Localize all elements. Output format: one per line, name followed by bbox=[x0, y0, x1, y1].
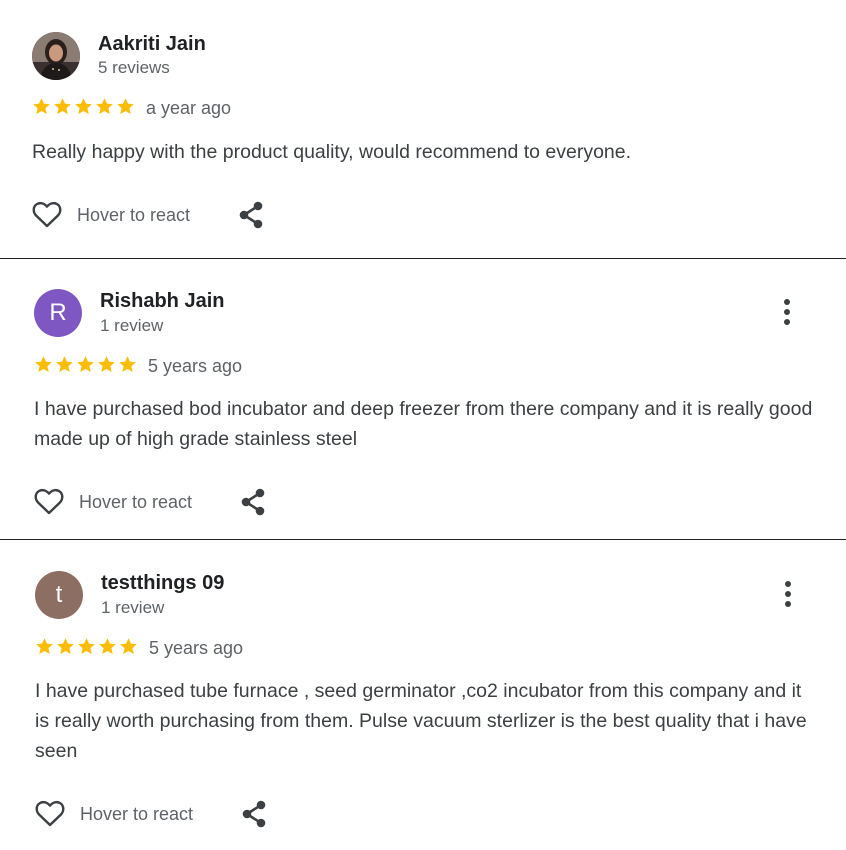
review-time: 5 years ago bbox=[148, 356, 243, 376]
reviewer-name[interactable]: testthings 09 bbox=[101, 572, 224, 595]
heart-icon[interactable] bbox=[34, 798, 66, 828]
react-label[interactable]: Hover to react bbox=[80, 804, 193, 825]
review-card: Aakriti Jain 5 reviews a year ago Really… bbox=[0, 0, 846, 258]
heart-icon[interactable] bbox=[31, 199, 63, 229]
star-icon bbox=[33, 98, 50, 115]
star-icon bbox=[36, 638, 53, 655]
avatar[interactable]: t bbox=[35, 571, 83, 619]
profile-photo-icon bbox=[32, 32, 80, 80]
star-icon bbox=[78, 638, 95, 655]
react-label[interactable]: Hover to react bbox=[79, 492, 192, 513]
review-card: R Rishabh Jain 1 review 5 years ago I ha… bbox=[0, 259, 846, 539]
star-icon bbox=[35, 356, 52, 373]
review-text: I have purchased bod incubator and deep … bbox=[34, 398, 813, 450]
reviewer-name[interactable]: Rishabh Jain bbox=[100, 290, 224, 313]
share-icon[interactable] bbox=[240, 799, 268, 829]
star-icon bbox=[56, 356, 73, 373]
star-icon bbox=[77, 356, 94, 373]
star-icon bbox=[57, 638, 74, 655]
star-icon bbox=[117, 98, 134, 115]
review-count: 1 review bbox=[100, 316, 164, 335]
review-count: 1 review bbox=[101, 598, 165, 617]
review-time: a year ago bbox=[146, 98, 232, 118]
share-icon[interactable] bbox=[239, 487, 267, 517]
heart-icon[interactable] bbox=[33, 486, 65, 516]
star-icon bbox=[75, 98, 92, 115]
review-text: I have purchased tube furnace , seed ger… bbox=[35, 680, 807, 762]
react-label[interactable]: Hover to react bbox=[77, 205, 190, 226]
review-card: t testthings 09 1 review 5 years ago I h… bbox=[0, 540, 846, 850]
star-icon bbox=[98, 356, 115, 373]
star-icon bbox=[119, 356, 136, 373]
star-icon bbox=[99, 638, 116, 655]
star-icon bbox=[96, 98, 113, 115]
share-icon[interactable] bbox=[237, 200, 265, 230]
review-time: 5 years ago bbox=[149, 638, 244, 658]
star-rating bbox=[32, 97, 135, 119]
review-count: 5 reviews bbox=[98, 58, 170, 77]
avatar[interactable] bbox=[32, 32, 80, 80]
review-text: Really happy with the product quality, w… bbox=[32, 141, 632, 163]
star-rating bbox=[35, 637, 138, 659]
more-options-icon[interactable] bbox=[775, 298, 799, 328]
more-options-icon[interactable] bbox=[776, 580, 800, 610]
star-rating bbox=[34, 355, 137, 377]
avatar[interactable]: R bbox=[34, 289, 82, 337]
star-icon bbox=[54, 98, 71, 115]
star-icon bbox=[120, 638, 137, 655]
reviewer-name[interactable]: Aakriti Jain bbox=[98, 33, 206, 56]
